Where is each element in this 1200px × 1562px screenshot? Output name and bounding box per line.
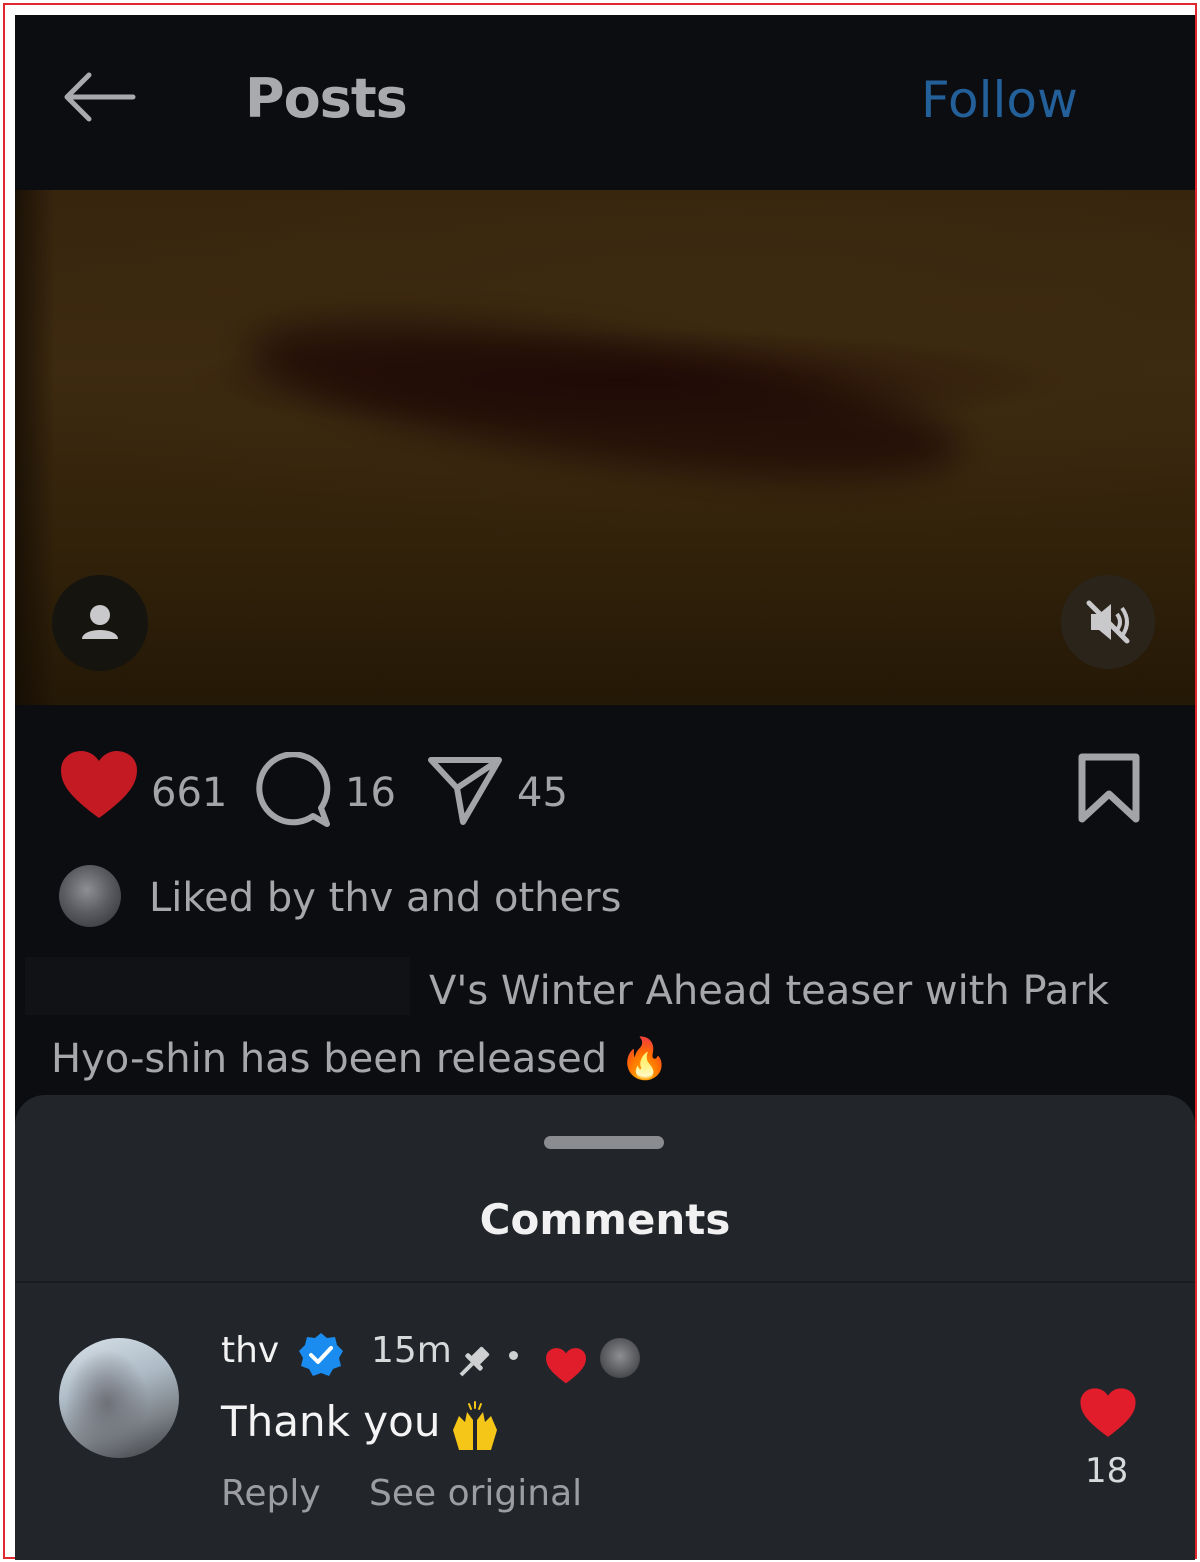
liked-by-text: Liked by thv and others — [149, 875, 622, 921]
verified-icon — [299, 1333, 343, 1376]
user-tag-icon — [82, 605, 118, 639]
screenshot-frame: Posts Follow 661 16 45 Liked by thv and … — [3, 3, 1197, 1560]
comment-like-heart-icon[interactable] — [1079, 1387, 1137, 1439]
top-bar: Posts Follow — [15, 15, 1195, 190]
video-content — [240, 290, 970, 510]
comments-title: Comments — [479, 1195, 731, 1244]
share-icon[interactable] — [427, 754, 503, 826]
sheet-divider — [15, 1281, 1195, 1283]
liker-avatar — [59, 865, 121, 927]
sheet-drag-handle[interactable] — [544, 1136, 664, 1149]
raising-hands-icon — [453, 1401, 497, 1450]
page-title: Posts — [245, 67, 408, 130]
post-video[interactable] — [15, 190, 1195, 705]
comment-username[interactable]: thv — [221, 1330, 279, 1371]
back-arrow-icon[interactable] — [59, 67, 139, 127]
creator-liked-heart-icon — [546, 1348, 586, 1384]
reply-button[interactable]: Reply — [221, 1473, 321, 1514]
comment-icon[interactable] — [255, 752, 333, 830]
share-count: 45 — [517, 770, 568, 816]
comment-count: 16 — [345, 770, 396, 816]
see-original-button[interactable]: See original — [369, 1473, 582, 1514]
tagged-users-button[interactable] — [52, 575, 148, 671]
commenter-avatar[interactable] — [59, 1338, 179, 1458]
mute-icon — [1086, 600, 1130, 644]
pin-icon — [459, 1346, 490, 1377]
post-caption: V's Winter Ahead teaser with Park Hyo-sh… — [51, 968, 1109, 1082]
comment-text: Thank you — [221, 1397, 441, 1446]
separator-dot — [509, 1351, 518, 1360]
post-actions: 661 16 45 — [15, 740, 1195, 830]
creator-like-avatar — [600, 1338, 640, 1378]
follow-button[interactable]: Follow — [921, 71, 1078, 129]
bookmark-icon[interactable] — [1077, 752, 1141, 824]
comment-like-count: 18 — [1085, 1451, 1129, 1491]
comments-sheet: Comments thv 15m Thank you Reply See ori… — [15, 1095, 1195, 1560]
comment-time: 15m — [371, 1330, 452, 1371]
app-screen: Posts Follow 661 16 45 Liked by thv and … — [15, 15, 1195, 1560]
mute-button[interactable] — [1061, 575, 1155, 669]
video-shadow — [15, 190, 55, 705]
heart-icon[interactable] — [59, 750, 139, 820]
like-count: 661 — [151, 770, 228, 816]
